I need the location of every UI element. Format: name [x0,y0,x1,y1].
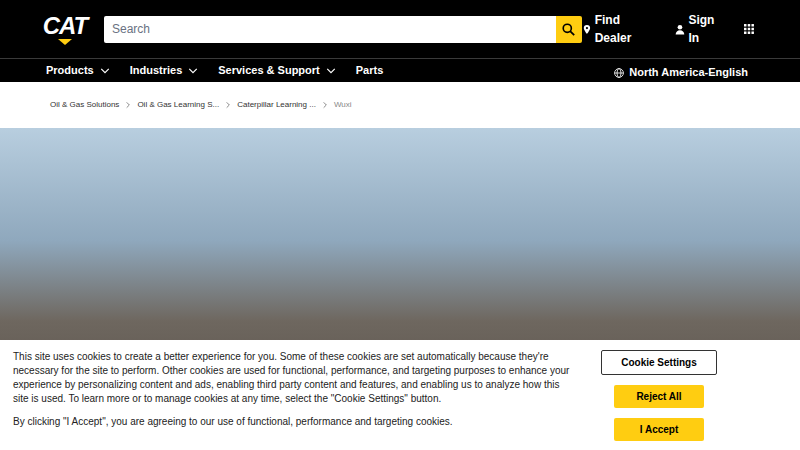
globe-icon [614,68,624,78]
breadcrumb: Oil & Gas Solutions Oil & Gas Learning S.… [0,82,800,128]
nav-item[interactable]: Products [46,62,110,79]
breadcrumb-item: Wuxi [334,99,352,111]
cookie-button[interactable]: Reject All [614,385,704,408]
nav-label: Parts [356,62,384,79]
breadcrumb-item[interactable]: Oil & Gas Learning S... [137,99,219,111]
apps-grid-icon[interactable] [744,24,754,34]
chevron-down-icon [326,66,336,76]
main-nav: Products Industries Services & Support Part… [0,58,800,82]
breadcrumb-item[interactable]: Caterpillar Learning ... [237,99,316,111]
search-icon [562,23,575,36]
link-label: Sign In [688,11,728,47]
chevron-down-icon [188,66,198,76]
cookie-banner: This site uses cookies to create a bette… [0,340,800,450]
locale-selector[interactable]: North America-English [614,60,748,81]
person-icon [675,24,685,35]
breadcrumb-item[interactable]: Oil & Gas Solutions [50,99,119,111]
logo-triangle-icon [58,39,72,45]
sign-in-link[interactable]: Sign In [675,11,728,47]
site-header: CAT Find Dealer Sign In Products Industrie… [0,0,800,82]
nav-label: Products [46,62,94,79]
link-label: Find Dealer [595,11,660,47]
cookie-consent-text: By clicking "I Accept", you are agreeing… [13,415,573,429]
search-input[interactable] [104,16,556,43]
nav-item[interactable]: Services & Support [218,62,335,79]
chevron-right-icon [224,101,232,109]
nav-label: Industries [130,62,183,79]
nav-item[interactable]: Industries [130,62,199,79]
chevron-down-icon [100,66,110,76]
pin-icon [582,24,592,35]
find-dealer-link[interactable]: Find Dealer [582,11,660,47]
cookie-text: This site uses cookies to create a bette… [13,350,573,406]
chevron-right-icon [321,101,329,109]
cat-logo[interactable]: CAT [40,14,90,45]
cookie-button[interactable]: Cookie Settings [601,350,717,375]
cookie-button[interactable]: I Accept [614,418,704,441]
chevron-right-icon [124,101,132,109]
nav-label: Services & Support [218,62,319,79]
search-button[interactable] [556,16,582,43]
nav-item[interactable]: Parts [356,62,384,79]
search-bar [104,16,582,43]
